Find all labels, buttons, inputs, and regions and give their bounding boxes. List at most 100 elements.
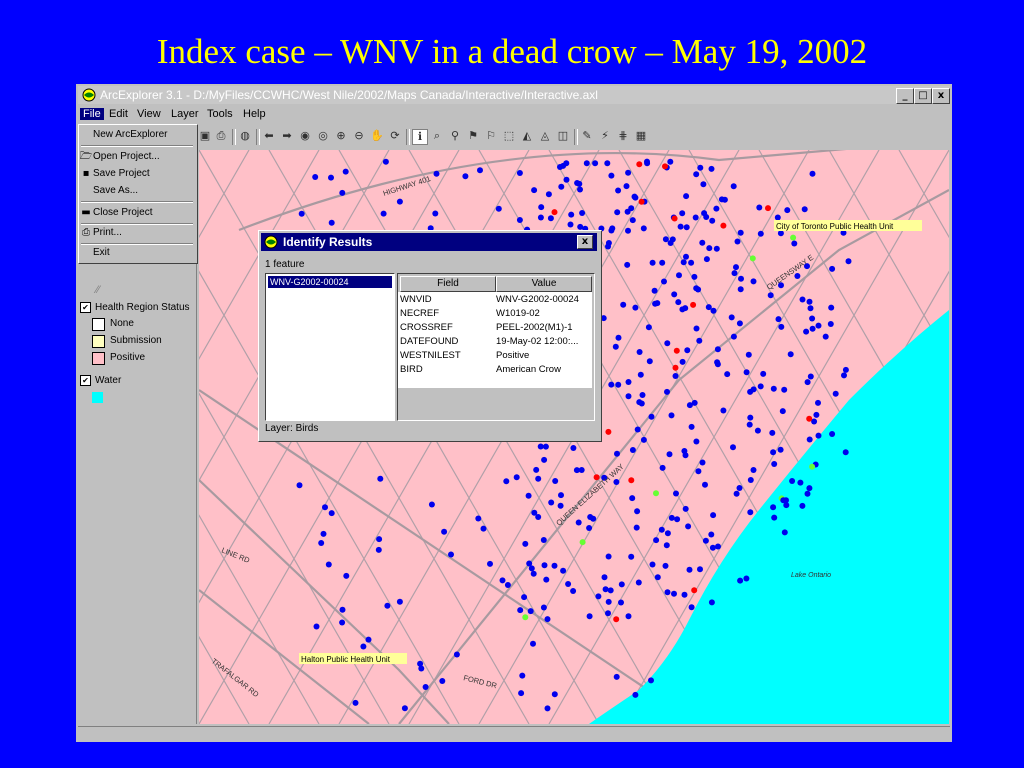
- bird-observation-dot[interactable]: [541, 456, 548, 463]
- maximize-button[interactable]: □: [914, 88, 932, 104]
- bird-observation-dot[interactable]: [815, 322, 822, 329]
- bird-observation-dot[interactable]: [708, 531, 715, 538]
- bird-observation-dot[interactable]: [535, 475, 542, 482]
- bird-observation-dot[interactable]: [577, 223, 584, 230]
- bird-observation-dot[interactable]: [664, 388, 670, 395]
- select-icon[interactable]: ⚐: [484, 129, 498, 143]
- bird-observation-dot[interactable]: [575, 519, 582, 526]
- bird-observation-dot[interactable]: [765, 205, 771, 212]
- bird-observation-dot[interactable]: [625, 169, 632, 176]
- bird-observation-dot[interactable]: [380, 210, 387, 217]
- bird-observation-dot[interactable]: [612, 343, 619, 350]
- bird-observation-dot[interactable]: [530, 640, 536, 647]
- buffer-icon[interactable]: ◫: [556, 129, 570, 143]
- bird-observation-dot[interactable]: [629, 217, 636, 224]
- bird-observation-dot[interactable]: [706, 245, 713, 252]
- bird-observation-dot[interactable]: [595, 593, 602, 600]
- bird-observation-dot[interactable]: [679, 358, 686, 365]
- bird-observation-dot[interactable]: [628, 477, 635, 484]
- bird-observation-dot[interactable]: [661, 278, 667, 285]
- bird-observation-dot[interactable]: [339, 189, 346, 196]
- bird-observation-dot[interactable]: [428, 501, 435, 508]
- bird-observation-dot[interactable]: [560, 567, 567, 574]
- bird-observation-dot[interactable]: [692, 214, 699, 221]
- bird-observation-dot[interactable]: [675, 299, 682, 306]
- bird-observation-dot[interactable]: [613, 673, 620, 680]
- bird-observation-dot[interactable]: [517, 607, 524, 614]
- bird-observation-dot[interactable]: [714, 361, 721, 368]
- bird-observation-dot[interactable]: [662, 562, 669, 569]
- bird-observation-dot[interactable]: [736, 320, 743, 327]
- layer-water[interactable]: ✔ Water: [80, 375, 121, 386]
- bird-observation-dot[interactable]: [713, 245, 720, 252]
- bird-observation-dot[interactable]: [691, 587, 698, 594]
- bird-observation-dot[interactable]: [720, 407, 727, 414]
- bird-observation-dot[interactable]: [578, 467, 585, 473]
- bird-observation-dot[interactable]: [750, 467, 757, 473]
- bird-observation-dot[interactable]: [845, 258, 852, 265]
- bird-observation-dot[interactable]: [724, 371, 731, 378]
- bird-observation-dot[interactable]: [537, 214, 544, 221]
- bird-observation-dot[interactable]: [842, 366, 849, 373]
- bird-observation-dot[interactable]: [730, 333, 737, 340]
- bird-observation-dot[interactable]: [542, 443, 549, 450]
- bird-observation-dot[interactable]: [769, 429, 776, 436]
- hotlink-icon[interactable]: ⚡: [598, 129, 612, 143]
- bird-observation-dot[interactable]: [527, 608, 534, 615]
- bird-observation-dot[interactable]: [632, 304, 639, 311]
- forward-arrow-icon[interactable]: ➡: [280, 129, 294, 143]
- select-poly-icon[interactable]: ◭: [520, 129, 534, 143]
- bird-observation-dot[interactable]: [648, 413, 655, 420]
- bird-observation-dot[interactable]: [328, 510, 335, 517]
- bird-observation-dot[interactable]: [746, 421, 753, 428]
- bird-observation-dot[interactable]: [535, 514, 542, 520]
- bird-observation-dot[interactable]: [605, 553, 612, 560]
- bird-observation-dot[interactable]: [632, 691, 639, 698]
- zoom-active-icon[interactable]: ◎: [316, 129, 330, 143]
- bird-observation-dot[interactable]: [635, 579, 642, 586]
- bird-observation-dot[interactable]: [487, 560, 493, 567]
- bird-observation-dot[interactable]: [521, 594, 528, 601]
- water-checkbox[interactable]: ✔: [80, 375, 91, 386]
- bird-observation-dot[interactable]: [636, 399, 643, 406]
- bird-observation-dot[interactable]: [339, 619, 346, 626]
- zoom-in-icon[interactable]: ⊕: [334, 129, 348, 143]
- bird-observation-dot[interactable]: [714, 346, 721, 353]
- bird-observation-dot[interactable]: [708, 599, 715, 606]
- health-region-checkbox[interactable]: ✔: [80, 302, 91, 313]
- bird-observation-dot[interactable]: [296, 482, 303, 489]
- bird-observation-dot[interactable]: [697, 164, 704, 171]
- eraser-icon[interactable]: ✎: [580, 129, 594, 143]
- bird-observation-dot[interactable]: [757, 230, 764, 237]
- bird-observation-dot[interactable]: [516, 170, 523, 176]
- bird-observation-dot[interactable]: [649, 561, 656, 568]
- bird-observation-dot[interactable]: [640, 225, 647, 232]
- bird-observation-dot[interactable]: [567, 221, 574, 228]
- bird-observation-dot[interactable]: [730, 183, 737, 190]
- bird-observation-dot[interactable]: [806, 436, 813, 443]
- bird-observation-dot[interactable]: [705, 304, 712, 311]
- refresh-icon[interactable]: ⟳: [388, 129, 402, 143]
- bird-observation-dot[interactable]: [658, 526, 665, 533]
- bird-observation-dot[interactable]: [586, 525, 593, 531]
- bird-observation-dot[interactable]: [743, 369, 750, 376]
- bird-observation-dot[interactable]: [558, 183, 565, 190]
- bird-observation-dot[interactable]: [592, 160, 599, 167]
- bird-observation-dot[interactable]: [448, 551, 454, 558]
- bird-observation-dot[interactable]: [552, 478, 559, 484]
- bird-observation-dot[interactable]: [787, 351, 794, 358]
- bird-observation-dot[interactable]: [615, 334, 622, 341]
- bird-observation-dot[interactable]: [737, 286, 744, 293]
- select-rect-icon[interactable]: ⬚: [502, 129, 516, 143]
- bird-observation-dot[interactable]: [644, 160, 651, 167]
- bird-observation-dot[interactable]: [693, 438, 700, 445]
- bird-observation-dot[interactable]: [648, 677, 654, 684]
- bird-observation-dot[interactable]: [749, 255, 756, 262]
- bird-observation-dot[interactable]: [770, 385, 777, 392]
- bird-observation-dot[interactable]: [625, 393, 632, 400]
- print-icon[interactable]: ⎙: [214, 129, 228, 143]
- bird-observation-dot[interactable]: [720, 222, 727, 229]
- bird-observation-dot[interactable]: [565, 581, 572, 587]
- bird-observation-dot[interactable]: [699, 459, 706, 466]
- bird-observation-dot[interactable]: [625, 613, 632, 620]
